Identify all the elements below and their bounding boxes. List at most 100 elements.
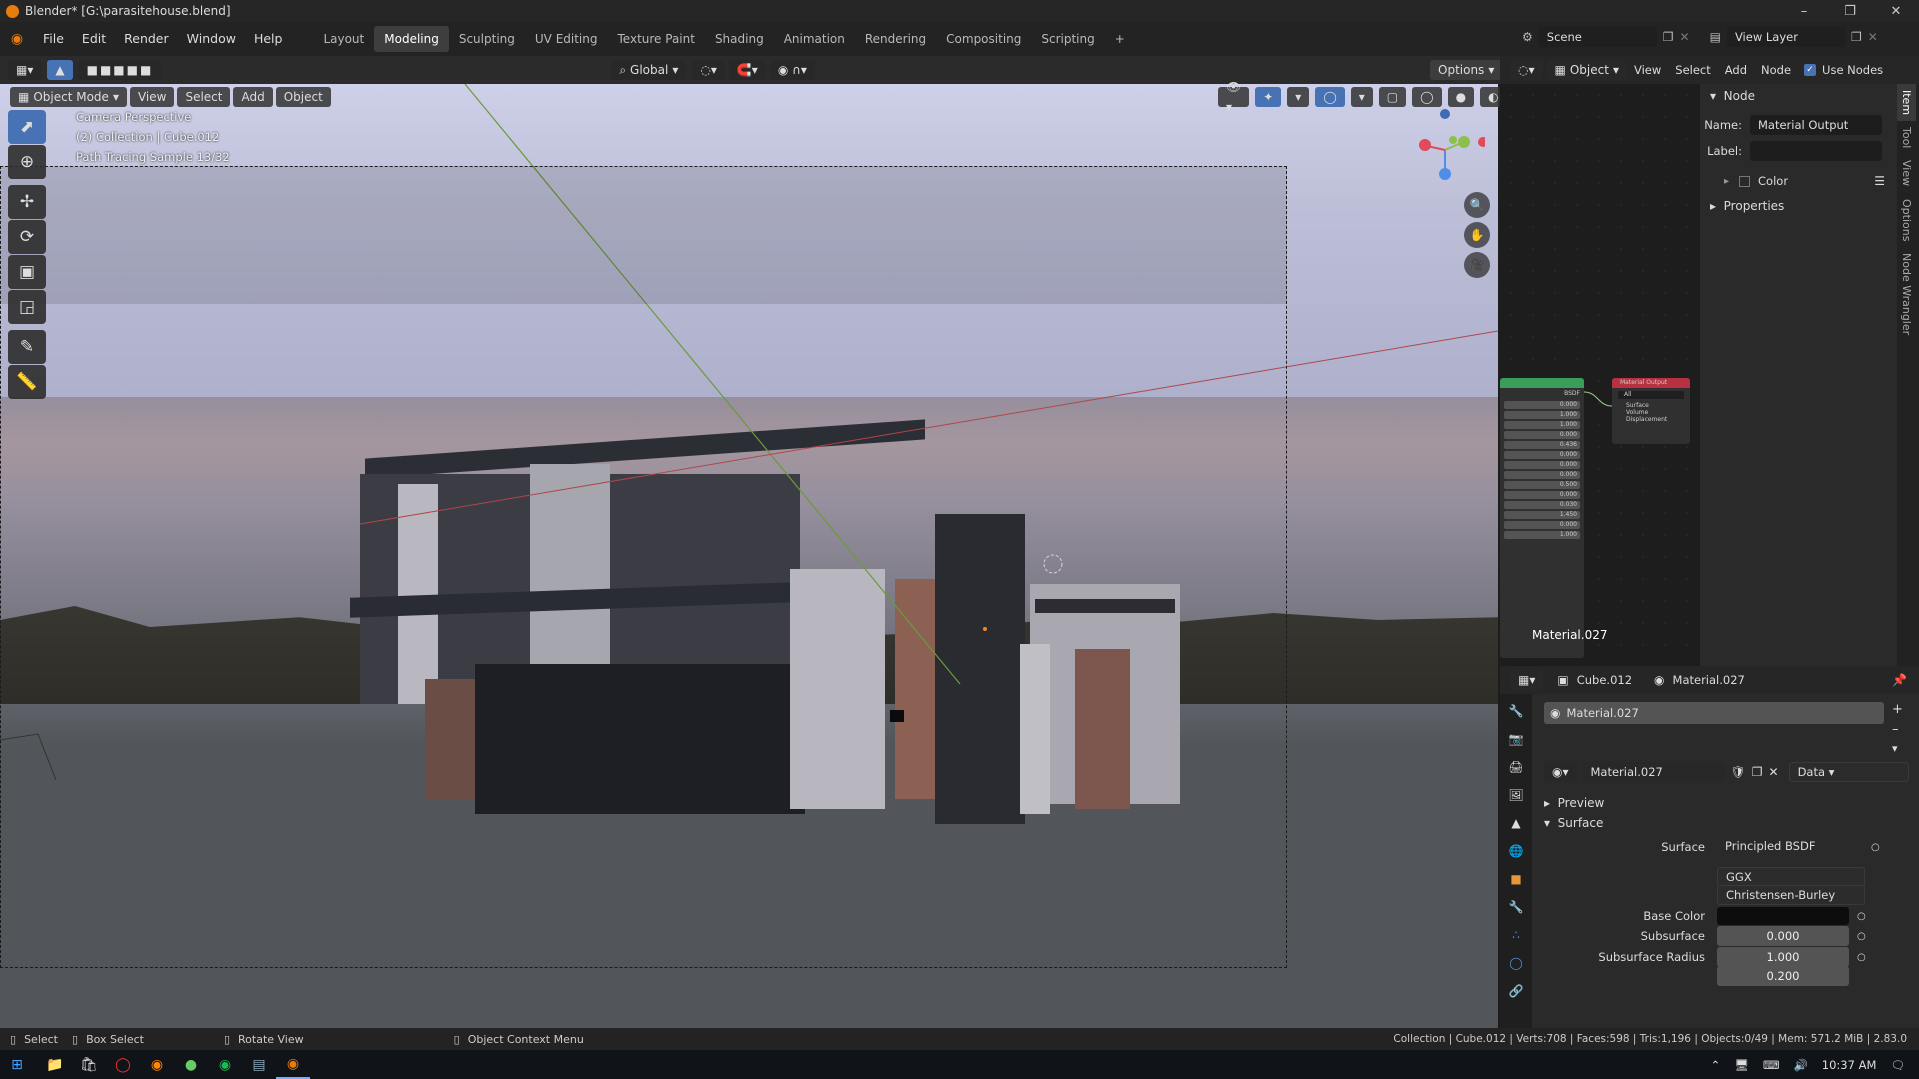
transform-orientation-dropdown[interactable]: ⌕ Global ▾ [611, 60, 687, 80]
gizmo-toggle-icon[interactable]: ✦ [1255, 87, 1282, 107]
object-properties-icon[interactable]: ■ [1505, 868, 1527, 890]
surface-shader-dropdown[interactable]: Principled BSDF [1717, 837, 1865, 857]
gizmo-dropdown-icon[interactable]: ▾ [1287, 87, 1310, 107]
bsdf-value-row[interactable]: 0.000 [1504, 431, 1580, 439]
bsdf-value-row[interactable]: 0.000 [1504, 491, 1580, 499]
tab-uv-editing[interactable]: UV Editing [525, 26, 608, 52]
new-view-layer-icon[interactable]: ❐ [1851, 30, 1862, 44]
scene-icon[interactable]: ⚙ [1522, 30, 1533, 44]
fake-user-icon[interactable]: 🛡 [1731, 765, 1746, 779]
minimize-icon[interactable]: – [1781, 0, 1827, 22]
move-tool-icon[interactable]: ✢ [8, 185, 46, 219]
material-name-field[interactable]: Material.027 [1582, 762, 1725, 782]
bsdf-value-row[interactable]: 0.436 [1504, 441, 1580, 449]
blender-menu-icon[interactable]: ◉ [0, 31, 34, 47]
color-checkbox[interactable] [1739, 175, 1751, 187]
overlays-dropdown-icon[interactable]: ▾ [1350, 87, 1373, 107]
properties-editor-type-icon[interactable]: ▦▾ [1510, 670, 1544, 690]
material-output-node[interactable]: Material Output All Surface Volume Displ… [1612, 378, 1690, 444]
close-icon[interactable]: ✕ [1873, 0, 1919, 22]
principled-bsdf-node[interactable]: BSDF 0.000 1.000 1.000 0.000 0.436 0.000 0.000… [1500, 378, 1584, 658]
tab-rendering[interactable]: Rendering [855, 26, 936, 52]
opera-icon[interactable]: ◯ [106, 1050, 140, 1079]
world-properties-icon[interactable]: 🌐 [1505, 840, 1527, 862]
duplicate-material-icon[interactable]: ❐ [1752, 765, 1763, 779]
subsurface-value[interactable]: 0.000 [1717, 926, 1849, 946]
viewport-menu-object[interactable]: Object [275, 87, 331, 107]
node-editor-canvas[interactable]: BSDF 0.000 1.000 1.000 0.000 0.436 0.000 0.000… [1500, 84, 1700, 666]
bsdf-value-row[interactable]: 0.030 [1504, 501, 1580, 509]
new-scene-icon[interactable]: ❐ [1663, 30, 1674, 44]
notification-icon[interactable]: 🗨 [1890, 1058, 1905, 1072]
view-layer-icon[interactable]: ▤ [1710, 30, 1721, 44]
subsurface-radius-socket-icon[interactable]: ○ [1857, 952, 1866, 963]
add-slot-icon[interactable]: + [1892, 702, 1903, 717]
output-target-dropdown[interactable]: All [1618, 391, 1684, 399]
menu-render[interactable]: Render [115, 22, 178, 56]
3d-viewport[interactable]: 🔍 ✋ 🎥 [0, 84, 1498, 1028]
properties-section-header[interactable]: ▸ Properties [1700, 194, 1897, 218]
surface-panel-header[interactable]: ▾ Surface [1544, 812, 1603, 834]
pan-hand-icon[interactable]: ✋ [1464, 222, 1490, 248]
measure-tool-icon[interactable]: 📏 [8, 365, 46, 399]
color-list-icon[interactable]: ☰ [1874, 174, 1885, 188]
slot-menu-icon[interactable]: ▾ [1892, 742, 1898, 755]
physics-properties-icon[interactable]: ◯ [1505, 952, 1527, 974]
rotate-tool-icon[interactable]: ⟳ [8, 220, 46, 254]
select-box-tool-icon[interactable]: ⬈ [8, 110, 46, 144]
sidebar-tab-view[interactable]: View [1897, 154, 1916, 192]
bsdf-value-row[interactable]: 0.000 [1504, 401, 1580, 409]
tab-sculpting[interactable]: Sculpting [449, 26, 525, 52]
xray-icon[interactable]: ▢ [1378, 87, 1407, 107]
transform-tool-icon[interactable]: ◲ [8, 290, 46, 324]
viewport-menu-add[interactable]: Add [233, 87, 273, 107]
store-icon[interactable]: 🛍 [72, 1050, 106, 1079]
tab-animation[interactable]: Animation [774, 26, 855, 52]
subsurface-radius-y[interactable]: 0.200 [1717, 966, 1849, 986]
keyboard-icon[interactable]: ⌨ [1763, 1058, 1780, 1072]
bsdf-value-row[interactable]: 0.000 [1504, 521, 1580, 529]
view-layer-properties-icon[interactable]: 🖼 [1505, 784, 1527, 806]
cursor-tool-icon[interactable]: ⊕ [8, 145, 46, 179]
app-window-icon[interactable]: ▤ [242, 1050, 276, 1079]
volume-icon[interactable]: 🔊 [1793, 1058, 1807, 1072]
browse-material-icon[interactable]: ◉▾ [1544, 762, 1577, 782]
node-menu-add[interactable]: Add [1718, 53, 1754, 87]
preview-panel-header[interactable]: ▸ Preview [1544, 792, 1604, 814]
node-editor-type-icon[interactable]: ◌▾ [1510, 60, 1543, 80]
scene-properties-icon[interactable]: ▲ [1505, 812, 1527, 834]
node-menu-select[interactable]: Select [1668, 53, 1717, 87]
node-menu-node[interactable]: Node [1754, 53, 1798, 87]
output-properties-icon[interactable]: 🖨 [1505, 756, 1527, 778]
bsdf-value-row[interactable]: 1.000 [1504, 411, 1580, 419]
options-dropdown[interactable]: Options ▾ [1430, 60, 1503, 80]
bsdf-value-row[interactable]: 0.000 [1504, 461, 1580, 469]
surface-socket-icon[interactable]: ○ [1871, 842, 1880, 853]
overlays-toggle-icon[interactable]: ◯ [1315, 87, 1345, 107]
sidebar-tab-tool[interactable]: Tool [1897, 121, 1916, 154]
pivot-point-icon[interactable]: ◌▾ [692, 60, 725, 80]
remove-slot-icon[interactable]: – [1892, 722, 1899, 737]
color-expand-icon[interactable]: ▸ [1724, 176, 1729, 187]
spotify-icon[interactable]: ◉ [208, 1050, 242, 1079]
modifier-properties-icon[interactable]: 🔧 [1505, 896, 1527, 918]
selection-modes-icon[interactable]: ■■■■■ [78, 60, 162, 80]
particles-properties-icon[interactable]: ∴ [1505, 924, 1527, 946]
start-menu-icon[interactable]: ⊞ [0, 1050, 34, 1079]
render-properties-icon[interactable]: 📷 [1505, 728, 1527, 750]
material-slot-item[interactable]: ◉ Material.027 [1544, 702, 1884, 724]
node-label-field[interactable] [1750, 141, 1882, 161]
clock[interactable]: 10:37 AM [1822, 1058, 1877, 1072]
sidebar-tab-item[interactable]: Item [1897, 84, 1916, 122]
shading-solid-icon[interactable]: ● [1447, 87, 1475, 107]
maximize-icon[interactable]: ❐ [1827, 0, 1873, 22]
blender-taskbar-icon[interactable]: ◉ [276, 1050, 310, 1079]
subsurface-radius-x[interactable]: 1.000 [1717, 947, 1849, 967]
tab-shading[interactable]: Shading [705, 26, 774, 52]
bsdf-value-row[interactable]: 0.500 [1504, 481, 1580, 489]
firefox-icon[interactable]: ◉ [140, 1050, 174, 1079]
tab-compositing[interactable]: Compositing [936, 26, 1031, 52]
zoom-icon[interactable]: 🔍 [1464, 192, 1490, 218]
app-green-icon[interactable]: ● [174, 1050, 208, 1079]
bsdf-value-row[interactable]: 0.000 [1504, 451, 1580, 459]
